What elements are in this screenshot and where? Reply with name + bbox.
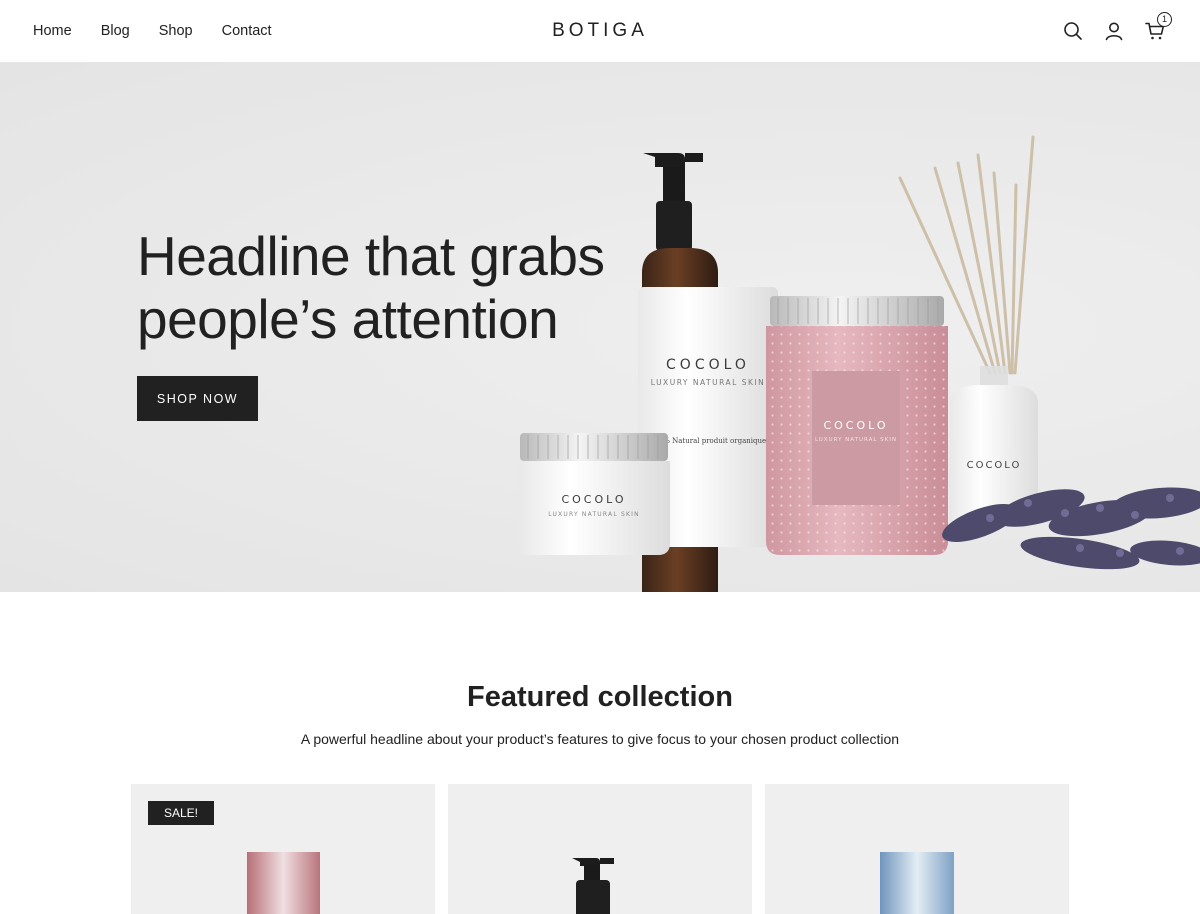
product-image-3 xyxy=(880,852,954,914)
main-nav: Home Blog Shop Contact xyxy=(33,0,272,62)
hero-product-image: COCOLO COCOLO LUXURY NATURAL SKIN 100% N… xyxy=(518,135,1200,592)
header-actions: 1 xyxy=(1062,0,1172,62)
featured-subtitle: A powerful headline about your product’s… xyxy=(300,731,900,747)
nav-home[interactable]: Home xyxy=(33,23,72,39)
nav-blog[interactable]: Blog xyxy=(101,23,130,39)
product-card-2[interactable] xyxy=(448,784,752,914)
product-card-1[interactable]: SALE! xyxy=(131,784,435,914)
cart-button[interactable]: 1 xyxy=(1144,12,1172,42)
search-icon xyxy=(1064,22,1082,40)
nav-contact[interactable]: Contact xyxy=(222,23,272,39)
small-jar-brand: COCOLO xyxy=(561,493,626,506)
product-card-3[interactable] xyxy=(765,784,1069,914)
shop-now-button[interactable]: SHOP NOW xyxy=(137,376,258,421)
sale-badge: SALE! xyxy=(148,801,214,825)
diffuser-brand: COCOLO xyxy=(967,460,1022,471)
featured-title: Featured collection xyxy=(467,681,733,713)
product-image-2 xyxy=(572,858,614,914)
nav-shop[interactable]: Shop xyxy=(159,23,193,39)
pink-jar-brand: COCOLO xyxy=(823,419,888,432)
bottle-tagline: LUXURY NATURAL SKIN xyxy=(651,378,765,387)
bottle-brand: COCOLO xyxy=(666,357,750,373)
pink-jar-tagline: LUXURY NATURAL SKIN xyxy=(815,437,897,443)
search-button[interactable] xyxy=(1062,20,1084,42)
cart-count-badge: 1 xyxy=(1157,12,1172,27)
account-button[interactable] xyxy=(1103,20,1125,42)
account-icon xyxy=(1105,22,1123,41)
hero-section: Headline that grabs people’s attention S… xyxy=(0,63,1200,592)
small-jar-tagline: LUXURY NATURAL SKIN xyxy=(548,511,640,518)
site-header: Home Blog Shop Contact BOTIGA 1 xyxy=(0,0,1200,63)
